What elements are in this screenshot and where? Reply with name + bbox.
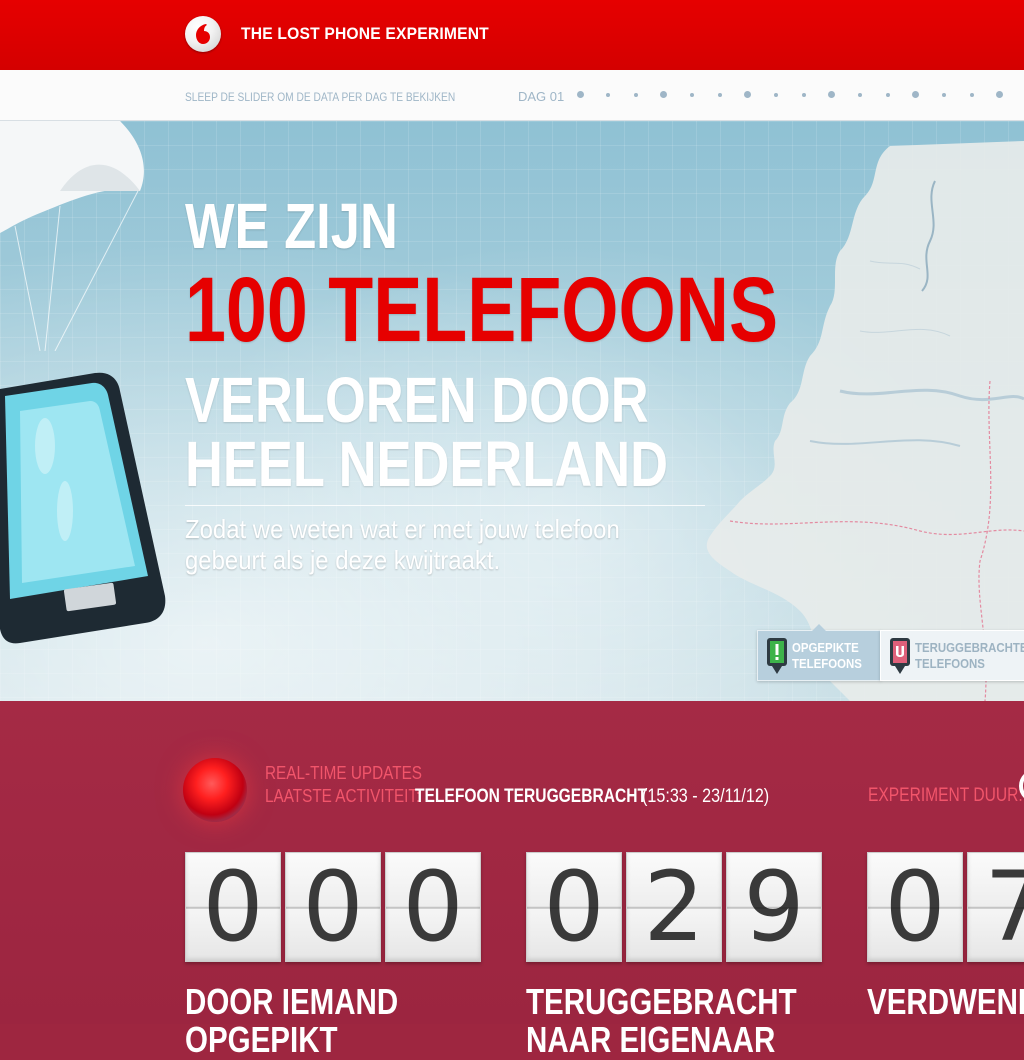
day-dot[interactable] [744, 91, 751, 98]
magnet-pin-icon [890, 637, 910, 674]
parachute-illustration [0, 121, 144, 351]
picked-up-label-line-2: OPGEPIKT [185, 1019, 338, 1060]
day-dot[interactable] [912, 91, 919, 98]
day-dot[interactable] [828, 91, 835, 98]
phone-illustration [0, 372, 166, 644]
counter-digit: 0 [285, 852, 381, 962]
legend-picked-line-2: TELEFOONS [792, 655, 862, 671]
live-indicator-icon [183, 758, 247, 822]
day-dot[interactable] [606, 93, 610, 97]
day-dot[interactable] [660, 91, 667, 98]
picked-up-label-line-1: DOOR IEMAND [185, 981, 399, 1022]
day-label: DAG 01 [518, 89, 565, 104]
stats-section: REAL-TIME UPDATES LAATSTE ACTIVITEIT: TE… [0, 701, 1024, 1059]
counter-digit: 7 [967, 852, 1024, 962]
headline-line-4: HEEL NEDERLAND [185, 428, 669, 500]
picked-up-counter: 0 0 0 [185, 852, 481, 962]
counter-digit: 0 [385, 852, 481, 962]
headline-count: 100 TELEFOONS [185, 259, 779, 361]
day-dot[interactable] [886, 93, 890, 97]
site-title: THE LOST PHONE EXPERIMENT [241, 24, 489, 43]
day-dot[interactable] [577, 91, 584, 98]
day-slider-bar: SLEEP DE SLIDER OM DE DATA PER DAG TE BE… [0, 70, 1024, 121]
vodafone-logo-icon[interactable] [185, 16, 221, 52]
netherlands-map[interactable] [690, 141, 1024, 701]
returned-label-line-1: TERUGGEBRACHT [526, 981, 797, 1022]
legend-returned-line-2: TELEFOONS [915, 655, 985, 671]
disappeared-counter: 0 7 [867, 852, 1024, 962]
last-activity-value: TELEFOON TERUGGEBRACHT [415, 786, 647, 807]
day-dot[interactable] [718, 93, 722, 97]
day-dot[interactable] [774, 93, 778, 97]
day-dot[interactable] [996, 91, 1003, 98]
day-dot[interactable] [858, 93, 862, 97]
counter-digit: 9 [726, 852, 822, 962]
day-dot[interactable] [690, 93, 694, 97]
exclamation-pin-icon [767, 637, 787, 674]
counter-digit: 0 [867, 852, 963, 962]
legend-picked-phones-button[interactable]: OPGEPIKTE TELEFOONS [757, 624, 881, 681]
legend-returned-line-1: TERUGGEBRACHTE [915, 639, 1024, 655]
headline-line-1: WE ZIJN [185, 190, 398, 262]
experiment-duration-label: EXPERIMENT DUUR: [868, 785, 1023, 806]
disappeared-label-line-1: VERDWENEN [867, 981, 1024, 1022]
returned-counter: 0 2 9 [526, 852, 822, 962]
returned-label: TERUGGEBRACHT NAAR EIGENAAR [526, 983, 797, 1059]
hero-section: WE ZIJN 100 TELEFOONS VERLOREN DOOR HEEL… [0, 121, 1024, 701]
legend-picked-line-1: OPGEPIKTE [792, 639, 859, 655]
legend-returned-phones-button[interactable]: TERUGGEBRACHTE TELEFOONS [880, 630, 1024, 681]
picked-up-label: DOOR IEMAND OPGEPIKT [185, 983, 398, 1059]
counter-digit: 2 [626, 852, 722, 962]
divider [185, 505, 705, 506]
counter-digit: 0 [185, 852, 281, 962]
day-slider[interactable] [574, 70, 1024, 120]
last-activity-label: LAATSTE ACTIVITEIT: [265, 786, 421, 806]
hero-subtitle: Zodat we weten wat er met jouw telefoon … [185, 514, 620, 575]
headline-line-3: VERLOREN DOOR [185, 364, 649, 436]
day-dot[interactable] [970, 93, 974, 97]
disappeared-label: VERDWENEN [867, 983, 1024, 1021]
day-dot[interactable] [802, 93, 806, 97]
top-bar: THE LOST PHONE EXPERIMENT [0, 0, 1024, 70]
counter-digit: 0 [526, 852, 622, 962]
realtime-title: REAL-TIME UPDATES [265, 763, 422, 783]
last-activity-time: (15:33 - 23/11/12) [642, 786, 770, 807]
slider-hint: SLEEP DE SLIDER OM DE DATA PER DAG TE BE… [185, 90, 456, 104]
day-dot[interactable] [942, 93, 946, 97]
day-dot[interactable] [634, 93, 638, 97]
returned-label-line-2: NAAR EIGENAAR [526, 1019, 776, 1060]
